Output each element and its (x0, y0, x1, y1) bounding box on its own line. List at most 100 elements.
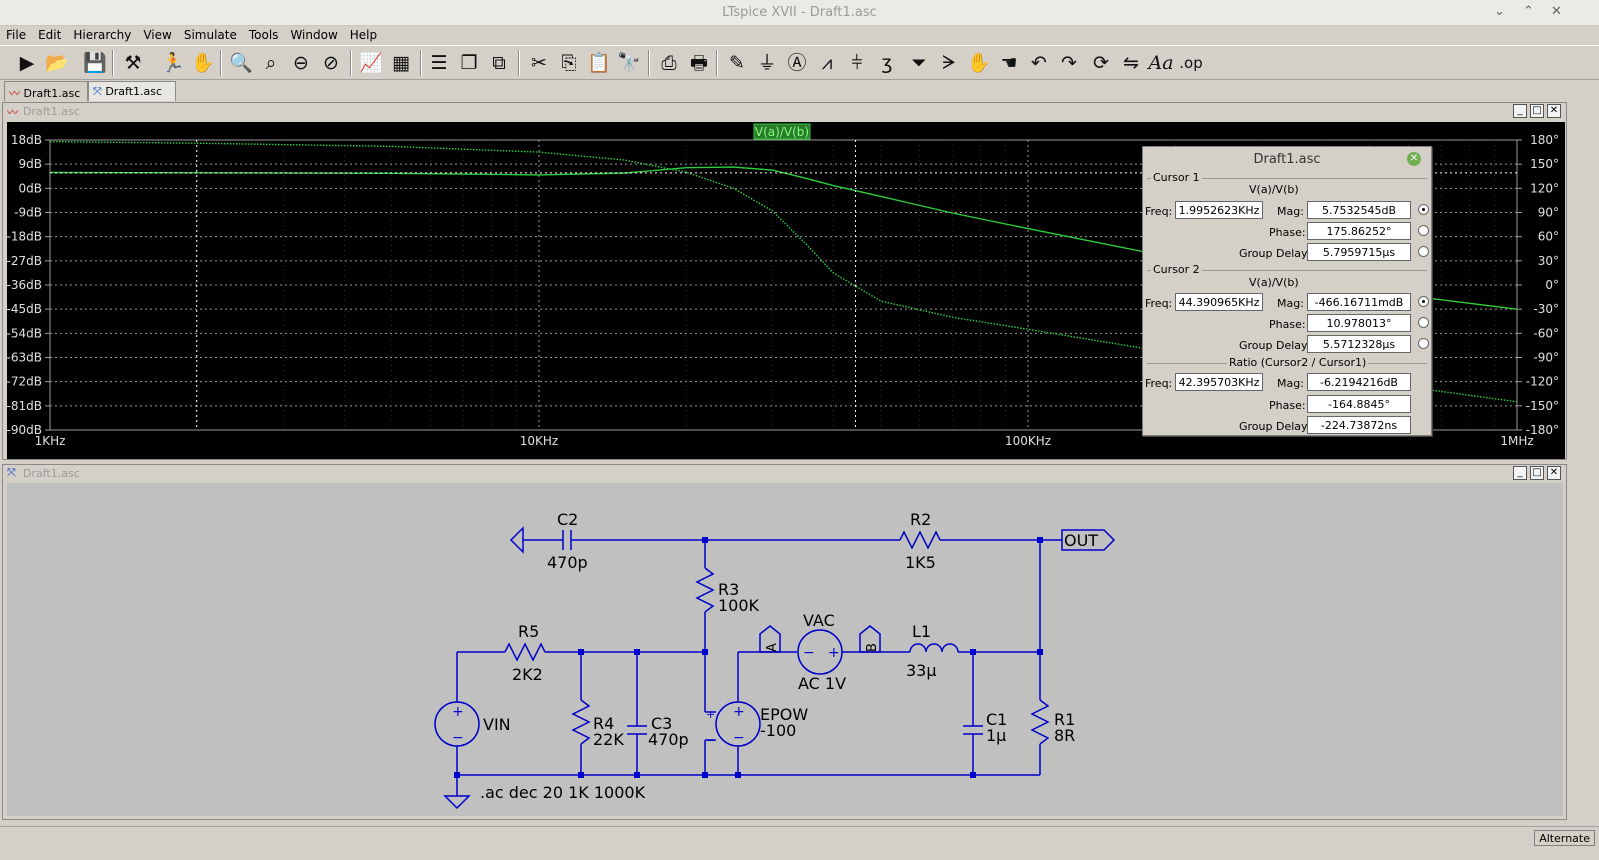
y-right-tick-label: 0° (1545, 278, 1559, 292)
print-setup-icon[interactable]: 🖶 (686, 50, 712, 76)
label-icon[interactable]: Ⓐ (784, 50, 810, 76)
mirror-icon[interactable]: ⇋ (1118, 50, 1144, 76)
zoom-pan-icon[interactable]: ⌕ (258, 50, 284, 76)
toolbar: ▶ 📂 💾 ⚒ 🏃 ✋ 🔍 ⌕ ⊖ ⊘ 📈 ▦ ☰ ❐ ⧉ ✂ ⎘ 📋 🔭 ⎙ … (0, 45, 1599, 80)
cursor1-mag-field[interactable]: 5.7532545dB (1307, 201, 1411, 219)
cursor1-phase-radio[interactable] (1418, 225, 1429, 236)
r4-value: 22K (593, 730, 624, 749)
cursor2-mag-radio[interactable] (1418, 296, 1429, 307)
svg-text:−: − (803, 645, 815, 661)
close-icon[interactable]: ✕ (1547, 104, 1561, 118)
cursor-dialog: Draft1.asc ✕ Cursor 1 V(a)/V(b) Freq: 1.… (1142, 146, 1432, 436)
menu-help[interactable]: Help (344, 26, 383, 42)
y-right-tick-label: -90° (1533, 351, 1559, 365)
inductor-icon[interactable]: ʒ (874, 50, 900, 76)
cursor2-mag-field[interactable]: -466.16711mdB (1307, 293, 1411, 311)
delete-trace-icon[interactable]: ▦ (388, 50, 414, 76)
cursor2-freq-field[interactable]: 44.390965KHz (1175, 293, 1263, 311)
schematic-canvas[interactable]: + − + − + − − + C2 470p R2 1K5 R3 100K R5 2K… (7, 483, 1563, 816)
spice-directive-icon[interactable]: .op (1178, 50, 1204, 76)
restore-icon[interactable]: □ (1530, 466, 1544, 480)
cursor1-freq-label: Freq: (1145, 205, 1173, 218)
paste-icon[interactable]: 📋 (586, 50, 612, 76)
menu-file[interactable]: File (0, 26, 32, 42)
menu-hierarchy[interactable]: Hierarchy (67, 26, 137, 42)
cursor2-gd-radio[interactable] (1418, 338, 1429, 349)
restore-icon[interactable]: □ (1530, 104, 1544, 118)
drag-icon[interactable]: ☚ (996, 50, 1022, 76)
zoom-out-icon[interactable]: ⊖ (288, 50, 314, 76)
minimize-icon[interactable]: _ (1513, 466, 1527, 480)
plot-window-header: 〰 Draft1.asc _ □ ✕ (3, 103, 1566, 120)
cursor2-phase-radio[interactable] (1418, 317, 1429, 328)
x-tick-label: 1MHz (1500, 434, 1533, 448)
save-icon[interactable]: 💾 (82, 50, 108, 76)
cursor2-trace: V(a)/V(b) (1249, 276, 1299, 289)
copy-icon[interactable]: ⎘ (556, 50, 582, 76)
undo-icon[interactable]: ↶ (1026, 50, 1052, 76)
r2-name: R2 (910, 510, 931, 529)
menu-edit[interactable]: Edit (32, 26, 67, 42)
resistor-icon[interactable]: ⩘ (814, 50, 840, 76)
ratio-freq-field[interactable]: 42.395703KHz (1175, 373, 1263, 391)
close-icon[interactable]: ✕ (1407, 152, 1421, 166)
cursor1-gd-radio[interactable] (1418, 246, 1429, 257)
y-right-tick-label: -30° (1533, 302, 1559, 316)
run-icon[interactable]: ▶ (14, 50, 40, 76)
diode-icon[interactable]: ⏷ (906, 50, 932, 76)
open-icon[interactable]: 📂 (44, 50, 70, 76)
waveform-icon: 〰 (7, 106, 18, 119)
zoom-fit-icon[interactable]: ⊘ (318, 50, 344, 76)
minimize-icon[interactable]: _ (1513, 104, 1527, 118)
ground-icon[interactable]: ⏚ (754, 50, 780, 76)
print-icon[interactable]: ⎙ (656, 50, 682, 76)
schematic-icon: ⤧ (7, 466, 16, 479)
minimize-window-icon[interactable]: ⌄ (1494, 4, 1505, 19)
cursor2-mag-label: Mag: (1277, 297, 1304, 310)
close-window-icon[interactable]: ✕ (1551, 4, 1562, 19)
menu-view[interactable]: View (137, 26, 177, 42)
r5-name: R5 (518, 622, 539, 641)
redo-icon[interactable]: ↷ (1056, 50, 1082, 76)
rotate-icon[interactable]: ⟳ (1088, 50, 1114, 76)
tile-vertical-icon[interactable]: ⧉ (486, 50, 512, 76)
cursor1-phase-label: Phase: (1269, 226, 1306, 239)
y-right-tick-label: 90° (1538, 206, 1559, 220)
halt-icon[interactable]: 🏃 (160, 50, 186, 76)
ratio-mag-field[interactable]: -6.2194216dB (1307, 373, 1411, 391)
zoom-in-icon[interactable]: 🔍 (228, 50, 254, 76)
cursor1-freq-field[interactable]: 1.9952623KHz (1175, 201, 1263, 219)
cut-icon[interactable]: ✂ (526, 50, 552, 76)
cursor2-phase-field[interactable]: 10.978013° (1307, 314, 1411, 332)
move-icon[interactable]: ✋ (966, 50, 992, 76)
hand-pan-icon[interactable]: ✋ (190, 50, 216, 76)
y-left-tick-label: -36dB (7, 278, 42, 292)
cursor1-gd-field[interactable]: 5.7959715µs (1307, 243, 1411, 261)
find-icon[interactable]: 🔭 (616, 50, 642, 76)
ratio-gd-field[interactable]: -224.73872ns (1307, 416, 1411, 434)
cascade-icon[interactable]: ❐ (456, 50, 482, 76)
cursor2-gd-field[interactable]: 5.5712328µs (1307, 335, 1411, 353)
status-bar: Alternate (0, 826, 1599, 860)
component-icon[interactable]: ᗒ (936, 50, 962, 76)
control-panel-icon[interactable]: ⚒ (120, 50, 146, 76)
ratio-phase-field[interactable]: -164.8845° (1307, 395, 1411, 413)
wire-icon[interactable]: ✎ (724, 50, 750, 76)
waveform-icon: 〰 (9, 87, 20, 100)
menu-simulate[interactable]: Simulate (178, 26, 243, 42)
cursor1-phase-field[interactable]: 175.86252° (1307, 222, 1411, 240)
close-icon[interactable]: ✕ (1547, 466, 1561, 480)
menu-window[interactable]: Window (284, 26, 343, 42)
tile-horizontal-icon[interactable]: ☰ (426, 50, 452, 76)
text-icon[interactable]: Aa (1148, 50, 1174, 76)
trace-label: V(a)/V(b) (755, 125, 809, 139)
autoscale-icon[interactable]: 📈 (358, 50, 384, 76)
svg-text:−: − (733, 730, 745, 746)
tab-schematic[interactable]: ⤧ Draft1.asc (88, 81, 176, 101)
menu-tools[interactable]: Tools (243, 26, 285, 42)
cursor1-mag-radio[interactable] (1418, 204, 1429, 215)
tab-label: Draft1.asc (105, 85, 163, 98)
capacitor-icon[interactable]: ⫩ (844, 50, 870, 76)
maximize-window-icon[interactable]: ⌃ (1523, 4, 1534, 19)
tab-waveform[interactable]: 〰 Draft1.asc (4, 81, 88, 101)
